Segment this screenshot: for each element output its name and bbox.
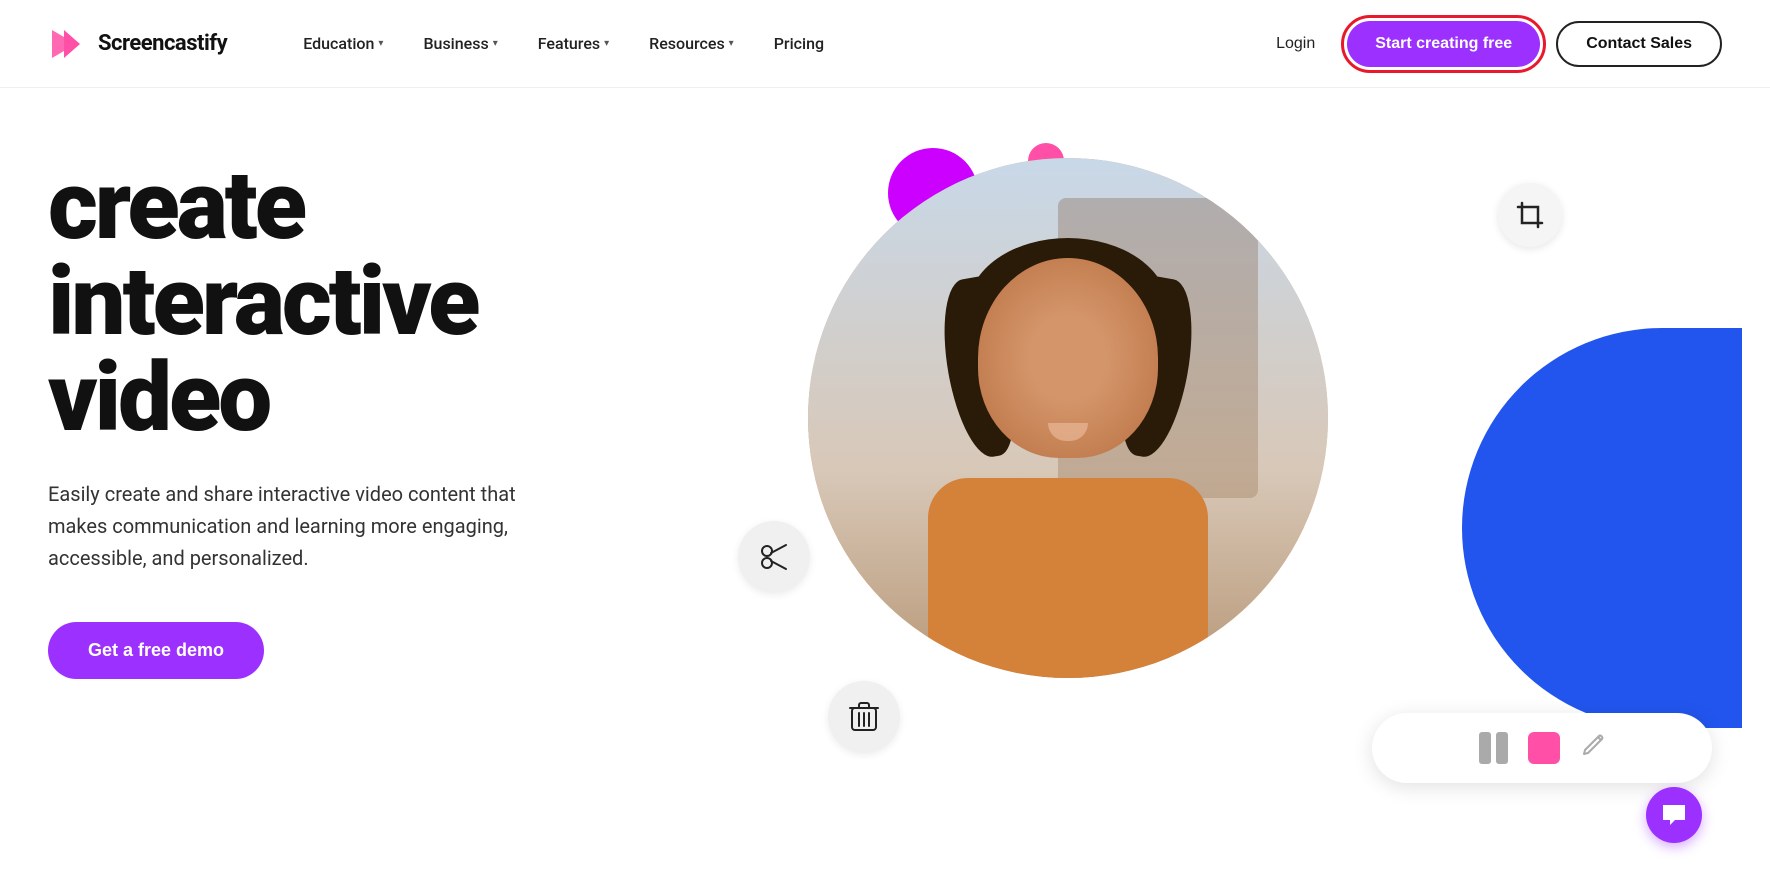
- scissors-icon: [738, 521, 810, 593]
- hero-title: create interactive video: [48, 158, 628, 446]
- contact-sales-button[interactable]: Contact Sales: [1556, 21, 1722, 67]
- logo-icon: [48, 24, 88, 64]
- chevron-down-icon: ▾: [378, 38, 383, 49]
- chevron-down-icon: ▾: [729, 38, 734, 49]
- start-creating-button[interactable]: Start creating free: [1347, 21, 1540, 67]
- nav-item-pricing[interactable]: Pricing: [758, 26, 840, 61]
- pause-button[interactable]: [1479, 732, 1508, 764]
- edit-button[interactable]: [1580, 732, 1606, 764]
- playback-controls: [1372, 713, 1712, 783]
- get-free-demo-button[interactable]: Get a free demo: [48, 622, 264, 679]
- logo[interactable]: Screencastify: [48, 24, 227, 64]
- chevron-down-icon: ▾: [493, 38, 498, 49]
- nav-item-features[interactable]: Features ▾: [522, 26, 625, 61]
- hero-illustration: [628, 128, 1722, 873]
- navbar: Screencastify Education ▾ Business ▾ Fea…: [0, 0, 1770, 88]
- hero-section: create interactive video Easily create a…: [0, 88, 1770, 873]
- nav-item-business[interactable]: Business ▾: [407, 26, 513, 61]
- hero-content: create interactive video Easily create a…: [48, 128, 628, 679]
- stop-button[interactable]: [1528, 732, 1560, 764]
- nav-links: Education ▾ Business ▾ Features ▾ Resour…: [287, 26, 1260, 61]
- chat-icon[interactable]: [1646, 787, 1702, 843]
- trash-icon: [828, 681, 900, 753]
- login-button[interactable]: Login: [1260, 27, 1331, 61]
- video-circle: [808, 158, 1328, 678]
- nav-actions: Login Start creating free Contact Sales: [1260, 21, 1722, 67]
- crop-icon: [1498, 183, 1562, 247]
- nav-item-resources[interactable]: Resources ▾: [633, 26, 750, 61]
- decorative-blue-semicircle: [1462, 328, 1742, 728]
- nav-item-education[interactable]: Education ▾: [287, 26, 399, 61]
- chevron-down-icon: ▾: [604, 38, 609, 49]
- hero-subtitle: Easily create and share interactive vide…: [48, 478, 548, 574]
- logo-wordmark: Screencastify: [98, 31, 227, 56]
